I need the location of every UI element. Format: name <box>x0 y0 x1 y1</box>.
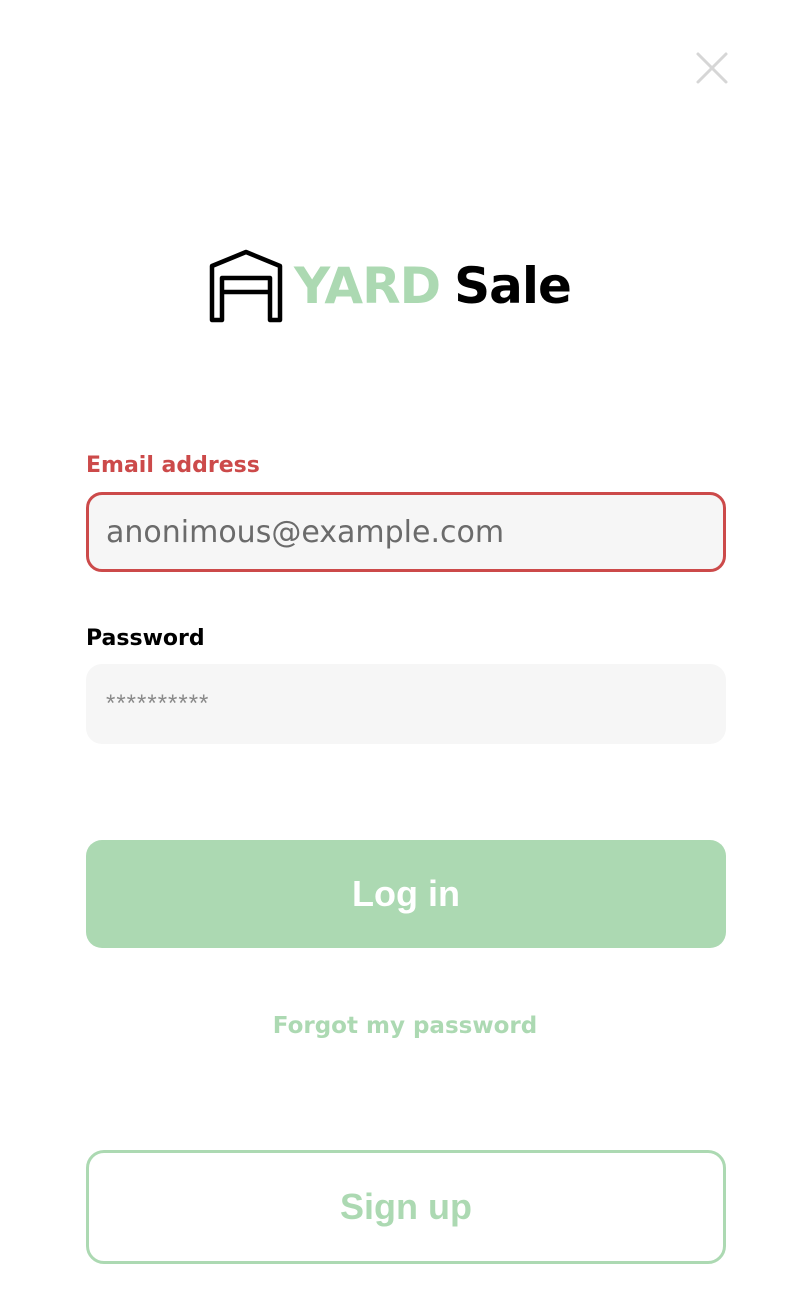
signup-button-label: Sign up <box>340 1186 472 1227</box>
password-value: ********** <box>106 690 210 717</box>
login-screen: YARD Sale Email address anonimous@exampl… <box>0 0 810 1314</box>
email-label: Email address <box>86 453 260 478</box>
logo-word-yard: YARD <box>294 257 441 315</box>
login-button-label: Log in <box>352 873 460 914</box>
app-logo: YARD Sale <box>208 248 572 324</box>
password-field[interactable]: ********** <box>86 664 726 744</box>
email-field[interactable]: anonimous@example.com <box>86 492 726 572</box>
close-icon <box>696 52 728 84</box>
forgot-password-link[interactable]: Forgot my password <box>0 1010 810 1042</box>
signup-button[interactable]: Sign up <box>86 1150 726 1264</box>
email-value: anonimous@example.com <box>106 514 505 550</box>
garage-icon <box>209 249 283 323</box>
login-button[interactable]: Log in <box>86 840 726 948</box>
close-button[interactable] <box>690 46 734 90</box>
password-label: Password <box>86 626 205 651</box>
logo-word-sale: Sale <box>454 257 572 315</box>
